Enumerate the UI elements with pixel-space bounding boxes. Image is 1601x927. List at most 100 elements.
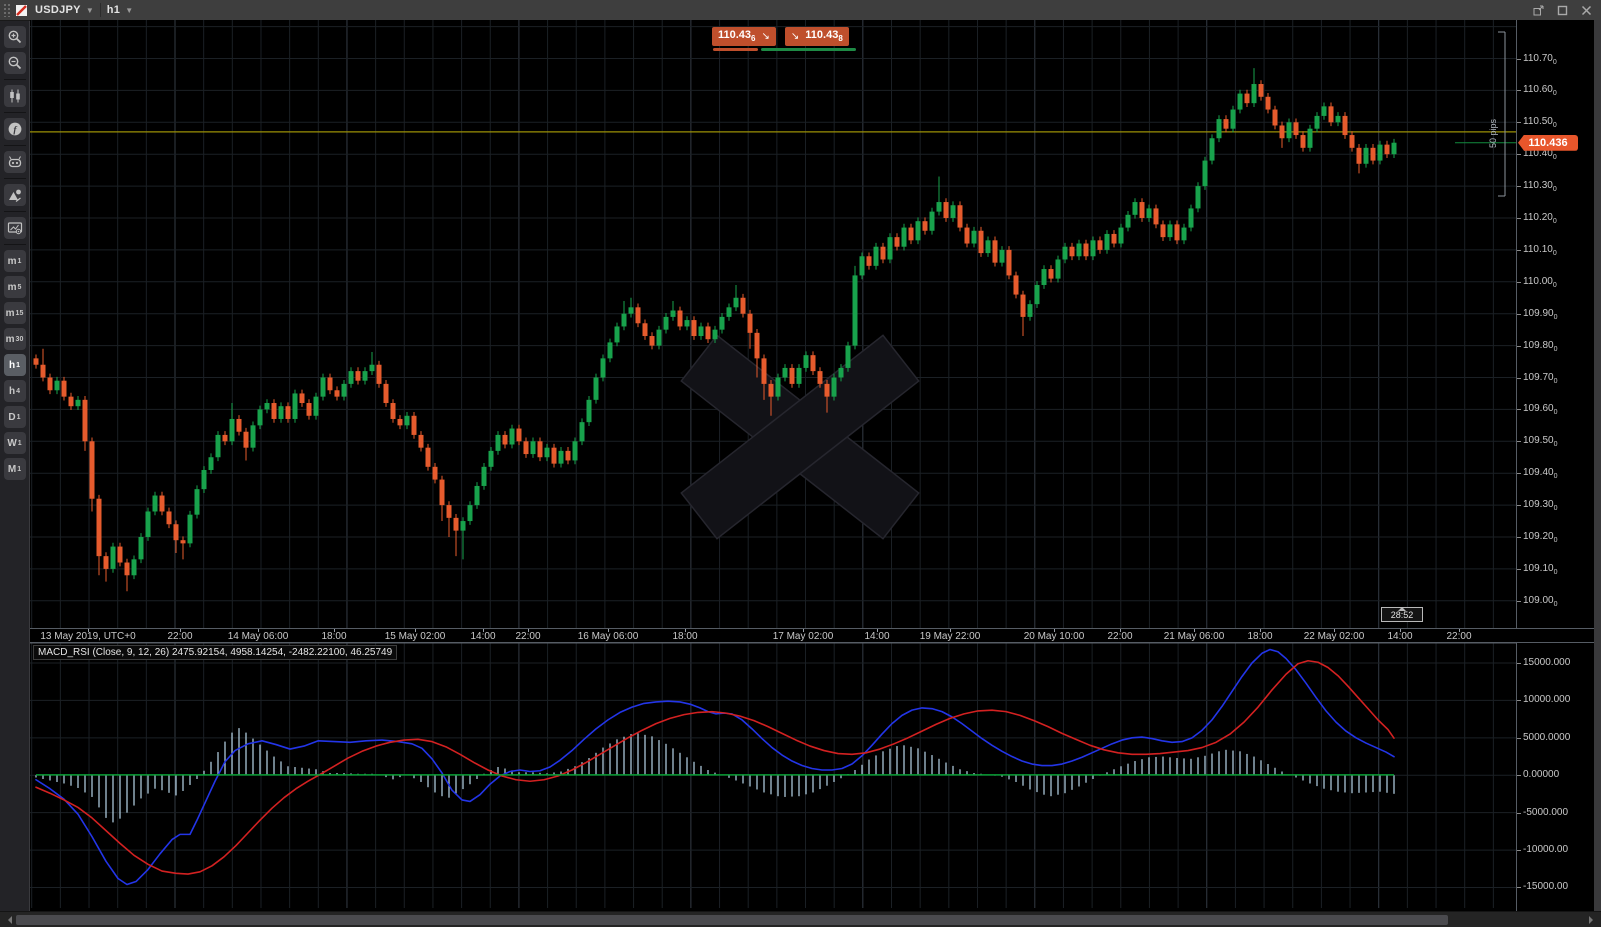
titlebar-divider bbox=[99, 3, 101, 17]
tool-indicators-button[interactable]: f bbox=[3, 118, 26, 140]
price-axis-label: 110.500 bbox=[1523, 116, 1557, 130]
symbol-selector[interactable]: USDJPY bbox=[35, 4, 81, 16]
timeframe-h4-button[interactable]: h4 bbox=[3, 380, 26, 402]
timeframe-selector[interactable]: h1 bbox=[107, 4, 120, 16]
indicator-axis-label: -10000.00 bbox=[1523, 844, 1569, 856]
toolbar-divider bbox=[3, 244, 26, 245]
tool-zoom-out-button[interactable] bbox=[3, 52, 26, 74]
indicator-axis-label: -15000.00 bbox=[1523, 881, 1569, 893]
indicator-axis-label: -5000.000 bbox=[1523, 806, 1569, 818]
tool-zoom-in-button[interactable] bbox=[3, 26, 26, 48]
time-axis-tick bbox=[415, 629, 416, 632]
timeframe-W1-button[interactable]: W1 bbox=[3, 432, 26, 454]
time-axis-tick bbox=[1194, 629, 1195, 632]
price-axis-tick bbox=[1517, 313, 1521, 315]
time-axis-label: 15 May 02:00 bbox=[384, 631, 446, 642]
time-axis-label: 19 May 22:00 bbox=[919, 631, 981, 642]
scroll-right-icon[interactable] bbox=[1589, 916, 1597, 924]
indicator-axis-label: 10000.000 bbox=[1523, 694, 1571, 706]
sell-arrow-icon: ↘ bbox=[761, 31, 770, 42]
tool-chart-settings-button[interactable] bbox=[3, 217, 26, 239]
price-axis-label: 110.000 bbox=[1523, 275, 1557, 289]
time-axis-tick bbox=[334, 629, 335, 632]
indicator-axis-tick bbox=[1517, 737, 1521, 739]
maximize-icon[interactable] bbox=[1555, 3, 1569, 17]
price-axis-tick bbox=[1517, 600, 1521, 602]
sell-button[interactable]: 110.436 ↘ bbox=[712, 27, 776, 46]
chart-type-icon bbox=[16, 4, 27, 16]
symbol-caret-icon[interactable]: ▼ bbox=[86, 6, 94, 15]
price-axis-tick bbox=[1517, 473, 1521, 475]
timeframe-D1-button[interactable]: D1 bbox=[3, 406, 26, 428]
toolbar-divider bbox=[3, 211, 26, 212]
price-axis-label: 110.200 bbox=[1523, 212, 1557, 225]
price-axis-label: 109.100 bbox=[1523, 562, 1558, 576]
price-axis-tick bbox=[1517, 409, 1521, 411]
chart-titlebar[interactable]: USDJPY ▼ h1 ▼ bbox=[0, 0, 1601, 21]
close-icon[interactable] bbox=[1579, 3, 1593, 17]
timeframe-m30-button[interactable]: m 30 bbox=[3, 328, 26, 350]
price-axis-label: 109.500 bbox=[1523, 435, 1558, 449]
indicator-axis-tick bbox=[1517, 887, 1521, 889]
timeframe-caret-icon[interactable]: ▼ bbox=[125, 6, 133, 15]
time-axis-label: 20 May 10:00 bbox=[1023, 631, 1085, 642]
tool-chart-type-candles-button[interactable] bbox=[3, 85, 26, 107]
timeframe-m5-button[interactable]: m5 bbox=[3, 276, 26, 298]
timeframe-M1-button[interactable]: M1 bbox=[3, 458, 26, 480]
popout-icon[interactable] bbox=[1531, 3, 1545, 17]
drag-grip-icon[interactable] bbox=[3, 3, 11, 17]
price-axis-label: 110.300 bbox=[1523, 180, 1557, 194]
horizontal-scrollbar[interactable] bbox=[0, 911, 1601, 927]
right-edge-strip bbox=[1594, 20, 1601, 911]
time-axis-label: 16 May 06:00 bbox=[577, 631, 639, 642]
scroll-left-icon[interactable] bbox=[4, 916, 12, 924]
buy-price: 110.43 bbox=[805, 29, 839, 42]
indicator-label[interactable]: MACD_RSI (Close, 9, 12, 26) 2475.92154, … bbox=[33, 645, 398, 660]
indicator-axis-label: 0.00000 bbox=[1523, 769, 1560, 781]
buy-pip: 8 bbox=[838, 34, 843, 44]
time-axis-tick bbox=[950, 629, 951, 632]
chart-canvas[interactable] bbox=[30, 20, 1516, 911]
indicator-axis-tick bbox=[1517, 850, 1521, 852]
price-axis-tick bbox=[1517, 186, 1521, 188]
price-axis-label: 109.700 bbox=[1523, 371, 1558, 385]
tool-cbots-button[interactable] bbox=[3, 151, 26, 173]
price-axis-tick bbox=[1517, 249, 1521, 251]
time-axis-label: 17 May 02:00 bbox=[772, 631, 834, 642]
price-axis-tick bbox=[1517, 281, 1521, 283]
time-axis-tick bbox=[1400, 629, 1401, 632]
tool-drawing-tools-button[interactable] bbox=[3, 184, 26, 206]
buy-button[interactable]: ↘ 110.438 bbox=[784, 27, 849, 46]
time-axis-tick bbox=[1054, 629, 1055, 632]
price-axis-label: 109.600 bbox=[1523, 403, 1558, 417]
zoom-in-icon bbox=[7, 29, 23, 45]
price-axis-label: 109.400 bbox=[1523, 467, 1558, 481]
price-axis-tick bbox=[1517, 122, 1521, 124]
time-axis[interactable]: 13 May 2019, UTC+0 22:00 14 May 06:00 18:00… bbox=[30, 628, 1594, 643]
time-axis-tick bbox=[1120, 629, 1121, 632]
zoom-out-icon bbox=[7, 55, 23, 71]
buy-depth-bar bbox=[761, 48, 856, 51]
price-axis-tick bbox=[1517, 218, 1521, 219]
indicator-axis-label: 5000.0000 bbox=[1523, 731, 1571, 743]
price-axis-tick bbox=[1517, 441, 1521, 443]
time-axis-tick bbox=[803, 629, 804, 632]
time-axis-label: 14:00 bbox=[864, 631, 890, 642]
timeframe-m15-button[interactable]: m 15 bbox=[3, 302, 26, 324]
sell-price: 110.43 bbox=[718, 29, 752, 42]
price-axis[interactable]: 110.700 110.600 110.500 110.400 110.300 110.2… bbox=[1516, 20, 1595, 911]
candle-countdown: 28:52 bbox=[1381, 607, 1423, 622]
price-axis-label: 110.700 bbox=[1523, 52, 1557, 66]
time-axis-tick bbox=[180, 629, 181, 632]
indicator-values: 2475.92154, 4958.14254, -2482.22100, 46.… bbox=[171, 647, 393, 658]
price-axis-label: 109.800 bbox=[1523, 339, 1558, 353]
time-axis-label: 18:00 bbox=[1247, 631, 1273, 642]
scrollbar-handle[interactable] bbox=[16, 915, 1448, 925]
quick-trade-panel: 110.436 ↘ ↘ 110.438 bbox=[712, 27, 849, 46]
time-axis-label: 22:00 bbox=[167, 631, 193, 642]
timeframe-m1-button[interactable]: m1 bbox=[3, 250, 26, 272]
timeframe-h1-button[interactable]: h1 bbox=[3, 354, 26, 376]
price-axis-label: 110.600 bbox=[1523, 84, 1557, 98]
time-axis-label: 22:00 bbox=[1107, 631, 1133, 642]
indicator-name: MACD_RSI (Close, 9, 12, 26) bbox=[38, 647, 170, 658]
